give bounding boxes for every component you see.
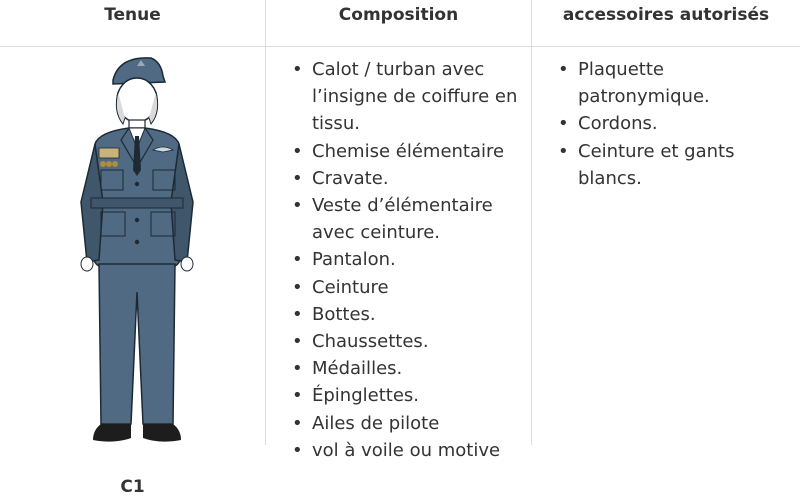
uniform-table: Tenue Composition accessoires autorisés: [0, 0, 800, 497]
list-item: Ailes de pilote: [292, 410, 527, 437]
header-composition: Composition: [338, 5, 459, 25]
list-item: Cordons.: [558, 110, 793, 137]
list-item: vol à voile ou motive: [292, 437, 527, 464]
uniform-code: C1: [120, 477, 145, 497]
list-item: Cravate.: [292, 165, 527, 192]
list-item: Ceinture: [292, 274, 527, 301]
list-item: Bottes.: [292, 301, 527, 328]
list-item: Pantalon.: [292, 246, 527, 273]
tenue-cell: C1: [0, 47, 265, 497]
list-item: Plaquette patronymique.: [558, 56, 793, 110]
list-item: Veste d’élémentaire avec ceinture.: [292, 192, 527, 246]
accessories-cell: Plaquette patronymique. Cordons. Ceintur…: [532, 47, 800, 445]
accessories-list: Plaquette patronymique. Cordons. Ceintur…: [558, 56, 793, 192]
list-item: Épinglettes.: [292, 382, 527, 409]
list-item: Ceinture et gants blancs.: [558, 138, 793, 192]
uniform-figure-icon: [80, 57, 194, 442]
table-header-row: Tenue Composition accessoires autorisés: [0, 0, 800, 47]
composition-list: Calot / turban avec l’insigne de coiffur…: [292, 56, 527, 464]
list-item: Chemise élémentaire: [292, 138, 527, 165]
list-item: Médailles.: [292, 355, 527, 382]
list-item: Chaussettes.: [292, 328, 527, 355]
list-item: Calot / turban avec l’insigne de coiffur…: [292, 56, 527, 138]
header-accessories: accessoires autorisés: [562, 5, 770, 25]
header-tenue: Tenue: [104, 5, 161, 25]
composition-cell: Calot / turban avec l’insigne de coiffur…: [266, 47, 531, 464]
